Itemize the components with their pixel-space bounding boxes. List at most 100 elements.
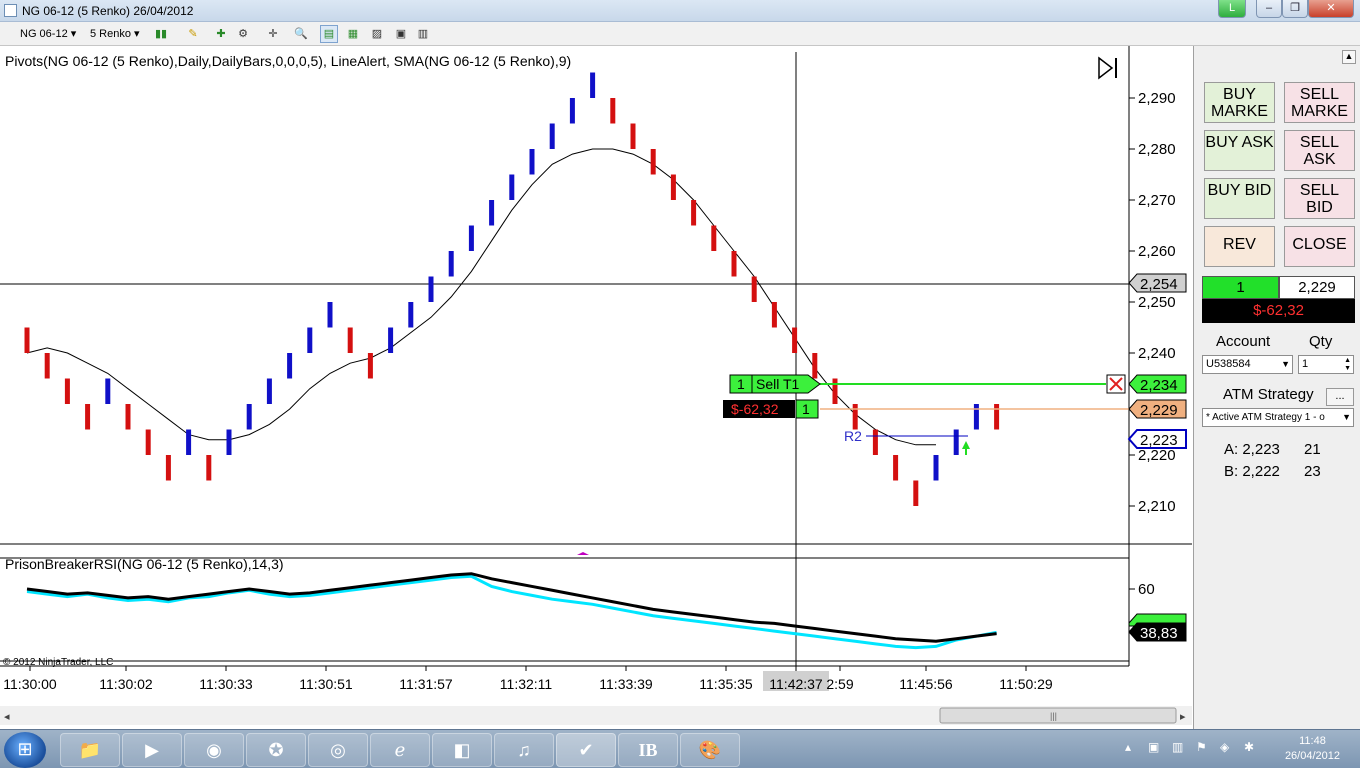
rsi-slow-line: [26, 572, 997, 643]
renko-brick: [64, 378, 70, 404]
svg-text:|||: |||: [1050, 711, 1057, 721]
ib-icon[interactable]: IB: [618, 733, 678, 767]
draw-pencil-icon[interactable]: ✎: [184, 25, 202, 43]
buy-bid-button[interactable]: BUY BID: [1204, 178, 1275, 219]
chart-panel[interactable]: Pivots(NG 06-12 (5 Renko),Daily,DailyBar…: [0, 46, 1192, 729]
maximize-button[interactable]: ❐: [1282, 0, 1308, 18]
renko-brick: [125, 404, 131, 430]
renko-brick: [872, 429, 878, 455]
position-tag[interactable]: $-62,32 1: [723, 399, 819, 419]
data-box-icon[interactable]: ▦: [344, 25, 362, 43]
system-clock[interactable]: 11:48 26/04/2012: [1285, 734, 1340, 764]
close-button[interactable]: ✕: [1308, 0, 1354, 18]
network-tray-icon[interactable]: ▥: [1172, 740, 1183, 754]
scrollbar-thumb[interactable]: [939, 707, 1177, 724]
rsi-value-badge: 38,83: [1128, 622, 1187, 642]
renko-brick: [428, 276, 434, 302]
strategy-icon[interactable]: ⚙: [234, 25, 252, 43]
account-label: Account: [1216, 333, 1271, 350]
app-icon: [4, 4, 17, 17]
renko-brick: [771, 302, 777, 328]
buy-ask-button[interactable]: BUY ASK: [1204, 130, 1275, 171]
ie-icon[interactable]: ℯ: [370, 733, 430, 767]
price-tick-label: 2,220: [1138, 447, 1176, 464]
renko-brick: [994, 404, 1000, 430]
instrument-selector[interactable]: NG 06-12 ▾: [20, 26, 76, 42]
crosshair-icon[interactable]: ✛: [264, 25, 282, 43]
explorer-icon[interactable]: 📁: [60, 733, 120, 767]
renko-brick: [105, 378, 111, 404]
reverse-button[interactable]: REV: [1204, 226, 1275, 267]
period-selector[interactable]: 5 Renko ▾: [90, 26, 140, 42]
sell-bid-button[interactable]: SELL BID: [1284, 178, 1355, 219]
renko-brick: [287, 353, 293, 379]
zoom-icon[interactable]: 🔍: [292, 25, 310, 43]
renko-brick: [590, 72, 596, 98]
price-tick-label: 2,270: [1138, 192, 1176, 209]
renko-brick: [610, 98, 616, 124]
renko-brick: [367, 353, 373, 379]
chart-svg[interactable]: Pivots(NG 06-12 (5 Renko),Daily,DailyBar…: [0, 46, 1192, 729]
account-select[interactable]: U538584 ▼: [1202, 355, 1293, 374]
target-price-badge: 2,234: [1128, 374, 1187, 394]
bluetooth-tray-icon[interactable]: ✱: [1244, 740, 1254, 754]
qty-value: 1: [1302, 358, 1309, 370]
crosshair-price-badge: 2,254: [1128, 273, 1187, 293]
buy-market-button[interactable]: BUY MARKE: [1204, 82, 1275, 123]
price-tick-label: 2,290: [1138, 90, 1176, 107]
time-tick-label: 11:30:00: [3, 676, 57, 692]
renko-brick: [691, 200, 697, 226]
sell-market-button[interactable]: SELL MARKE: [1284, 82, 1355, 123]
bar-style-icon[interactable]: ▮▮: [152, 25, 170, 43]
rsi-fast-line: [26, 574, 997, 650]
renko-brick: [226, 429, 232, 455]
safari-icon[interactable]: ✪: [246, 733, 306, 767]
cancel-order-icon[interactable]: [1106, 374, 1126, 394]
flag-tray-icon[interactable]: ⚑: [1196, 740, 1207, 754]
network-icon[interactable]: ◧: [432, 733, 492, 767]
properties-icon[interactable]: ▥: [414, 25, 432, 43]
sell-ask-button[interactable]: SELL ASK: [1284, 130, 1355, 171]
time-tick-label: 11:31:57: [399, 676, 453, 692]
ask-size: 21: [1304, 441, 1321, 458]
renko-brick: [893, 455, 899, 481]
svg-text:2,223: 2,223: [1140, 432, 1178, 449]
horizontal-scrollbar[interactable]: ◂ ▸ |||: [0, 706, 1192, 725]
rsi-label: PrisonBreakerRSI(NG 06-12 (5 Renko),14,3…: [5, 556, 284, 572]
price-tick-label: 2,240: [1138, 345, 1176, 362]
renko-brick: [246, 404, 252, 430]
paint-icon[interactable]: 🎨: [680, 733, 740, 767]
itunes-icon[interactable]: ♫: [494, 733, 554, 767]
start-button[interactable]: ⊞: [4, 732, 46, 768]
qty-stepper[interactable]: 1 ▲ ▼: [1298, 355, 1354, 374]
renko-brick: [24, 327, 30, 353]
renko-brick: [165, 455, 171, 481]
add-indicator-icon[interactable]: ✚: [212, 25, 230, 43]
renko-brick: [731, 251, 737, 277]
renko-brick: [85, 404, 91, 430]
svg-text:2,229: 2,229: [1140, 402, 1178, 419]
show-hidden-icons-icon[interactable]: ▴: [1125, 740, 1131, 754]
time-tick-label: 11:30:51: [299, 676, 353, 692]
chart-trader-icon[interactable]: ▤: [320, 25, 338, 43]
volume-tray-icon[interactable]: ◈: [1220, 740, 1229, 754]
panel-scroll-up-icon[interactable]: ▲: [1342, 50, 1356, 64]
minimize-button[interactable]: –: [1256, 0, 1282, 18]
sell-order-tag[interactable]: 1 Sell T1: [729, 374, 821, 394]
media-player-icon[interactable]: ▶: [122, 733, 182, 767]
time-tick-label: 11:45:56: [899, 676, 953, 692]
chrome-icon[interactable]: ◎: [308, 733, 368, 767]
dropdown-arrow-icon: ▼: [1342, 412, 1351, 422]
atm-strategy-select[interactable]: * Active ATM Strategy 1 - o ▼: [1202, 408, 1354, 427]
close-position-button[interactable]: CLOSE: [1284, 226, 1355, 267]
window-titlebar[interactable]: NG 06-12 (5 Renko) 26/04/2012 L – ❐ ✕: [0, 0, 1360, 22]
tray-app-icon[interactable]: ▣: [1148, 740, 1159, 754]
firefox-icon[interactable]: ◉: [184, 733, 244, 767]
ninjatrader-icon[interactable]: ✔: [556, 733, 616, 767]
chart-image-icon[interactable]: ▨: [368, 25, 386, 43]
atm-strategy-options-button[interactable]: ...: [1326, 388, 1354, 406]
link-button[interactable]: L: [1218, 0, 1246, 18]
stepper-arrows-icon[interactable]: ▲ ▼: [1344, 357, 1351, 373]
save-icon[interactable]: ▣: [392, 25, 410, 43]
rsi-peak-marker: [577, 552, 589, 555]
